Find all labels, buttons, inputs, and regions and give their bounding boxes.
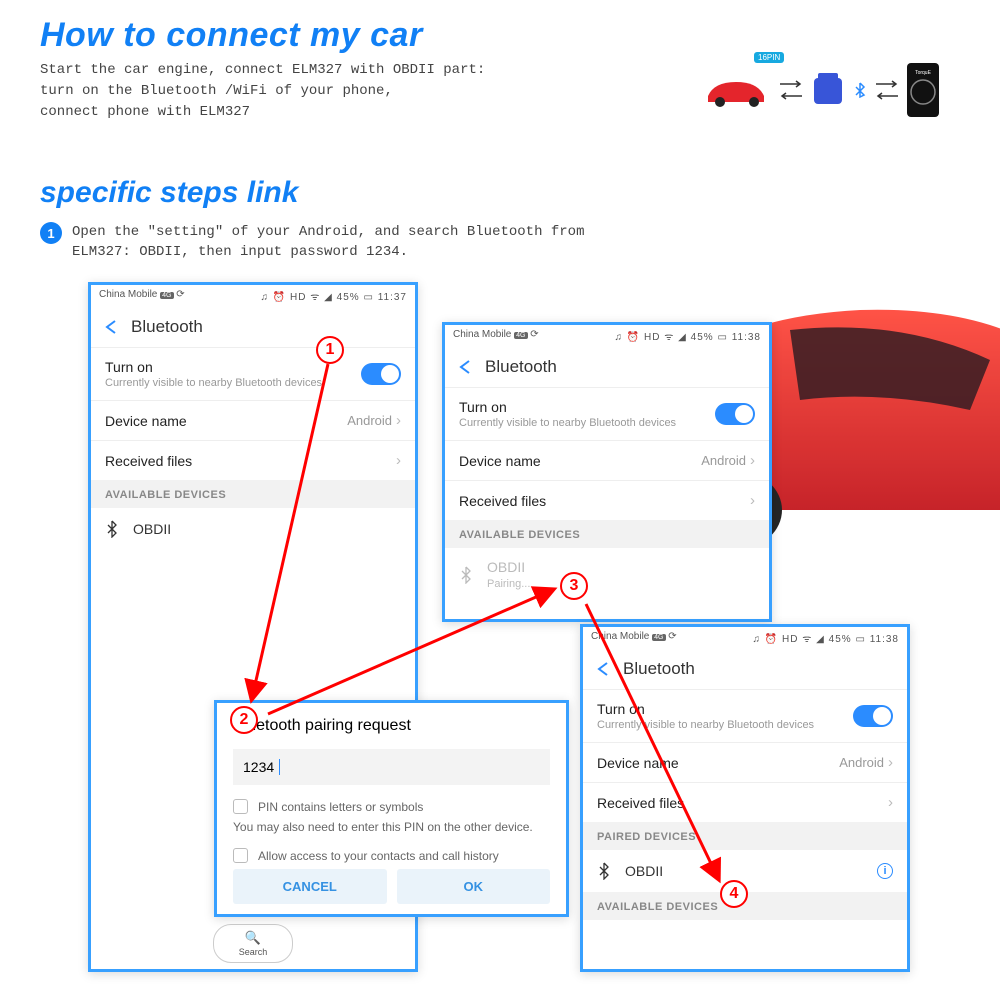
step-marker-3: 3: [560, 572, 588, 600]
connection-diagram: 16PIN TorquE: [700, 62, 940, 118]
step-1: 1 Open the "setting" of your Android, an…: [40, 222, 612, 263]
paired-devices-section: PAIRED DEVICES: [583, 822, 907, 850]
bluetooth-icon: [459, 566, 473, 584]
chevron-right-icon: ›: [888, 754, 893, 771]
device-name-row[interactable]: Device name Android›: [91, 400, 415, 440]
turn-on-row[interactable]: Turn onCurrently visible to nearby Bluet…: [445, 387, 769, 440]
step-text: Open the "setting" of your Android, and …: [72, 222, 612, 263]
received-files-row[interactable]: Received files ›: [445, 480, 769, 520]
pin-letters-checkbox[interactable]: PIN contains letters or symbols: [233, 799, 550, 814]
cancel-button[interactable]: CANCEL: [233, 869, 387, 904]
contacts-access-checkbox[interactable]: Allow access to your contacts and call h…: [233, 848, 550, 863]
info-icon[interactable]: i: [877, 863, 893, 879]
dialog-title: Bluetooth pairing request: [233, 717, 550, 735]
phone-screenshot-3: China Mobile 4G ⟳ ♫ ⏰ HD ᯤ ◢ 45% ▭ 11:38…: [580, 624, 910, 972]
available-devices-section: AVAILABLE DEVICES: [91, 480, 415, 508]
checkbox-icon: [233, 799, 248, 814]
obd-adapter-icon: [810, 70, 846, 110]
double-arrow-icon: [778, 80, 804, 100]
chevron-right-icon: ›: [396, 452, 401, 469]
step-marker-4: 4: [720, 880, 748, 908]
available-devices-section: AVAILABLE DEVICES: [445, 520, 769, 548]
device-obdii-pairing[interactable]: OBDIIPairing...: [445, 548, 769, 603]
bluetooth-icon: [105, 520, 119, 538]
bluetooth-toggle[interactable]: [715, 403, 755, 425]
chevron-right-icon: ›: [396, 412, 401, 429]
diagram-pin-label: 16PIN: [754, 52, 784, 63]
phone-screenshot-2: China Mobile 4G ⟳ ♫ ⏰ HD ᯤ ◢ 45% ▭ 11:38…: [442, 322, 772, 622]
car-icon: [700, 72, 772, 108]
chevron-right-icon: ›: [750, 492, 755, 509]
received-files-row[interactable]: Received files ›: [583, 782, 907, 822]
double-arrow-icon: [874, 80, 900, 100]
device-name-row[interactable]: Device name Android›: [445, 440, 769, 480]
step-badge: 1: [40, 222, 62, 244]
chevron-right-icon: ›: [888, 794, 893, 811]
phone-torque-icon: TorquE: [906, 62, 940, 118]
back-icon[interactable]: [595, 661, 611, 677]
checkbox-icon: [233, 848, 248, 863]
status-bar: China Mobile 4G ⟳ ♫ ⏰ HD ᯤ ◢ 45% ▭ 11:38: [583, 627, 907, 649]
bluetooth-icon: [597, 862, 611, 880]
sub-title: specific steps link: [40, 176, 298, 210]
dialog-note: You may also need to enter this PIN on t…: [233, 820, 550, 834]
step-marker-2: 2: [230, 706, 258, 734]
back-icon[interactable]: [457, 359, 473, 375]
bluetooth-header: Bluetooth: [583, 649, 907, 689]
svg-text:TorquE: TorquE: [915, 70, 932, 76]
main-title: How to connect my car: [40, 16, 423, 55]
status-bar: China Mobile 4G ⟳ ♫ ⏰ HD ᯤ ◢ 45% ▭ 11:37: [91, 285, 415, 307]
device-name-row[interactable]: Device name Android›: [583, 742, 907, 782]
turn-on-row[interactable]: Turn onCurrently visible to nearby Bluet…: [583, 689, 907, 742]
intro-text: Start the car engine, connect ELM327 wit…: [40, 60, 600, 123]
bluetooth-header: Bluetooth: [91, 307, 415, 347]
received-files-row[interactable]: Received files ›: [91, 440, 415, 480]
bluetooth-toggle[interactable]: [361, 363, 401, 385]
bluetooth-icon: [852, 82, 868, 98]
search-button[interactable]: 🔍 Search: [213, 924, 293, 963]
pairing-dialog: Bluetooth pairing request 1234 PIN conta…: [214, 700, 569, 917]
turn-on-row[interactable]: Turn onCurrently visible to nearby Bluet…: [91, 347, 415, 400]
back-icon[interactable]: [103, 319, 119, 335]
pin-input[interactable]: 1234: [233, 749, 550, 785]
status-bar: China Mobile 4G ⟳ ♫ ⏰ HD ᯤ ◢ 45% ▭ 11:38: [445, 325, 769, 347]
device-obdii[interactable]: OBDII: [91, 508, 415, 550]
bluetooth-header: Bluetooth: [445, 347, 769, 387]
step-marker-1: 1: [316, 336, 344, 364]
bluetooth-toggle[interactable]: [853, 705, 893, 727]
ok-button[interactable]: OK: [397, 869, 551, 904]
chevron-right-icon: ›: [750, 452, 755, 469]
search-icon: 🔍: [214, 930, 292, 946]
